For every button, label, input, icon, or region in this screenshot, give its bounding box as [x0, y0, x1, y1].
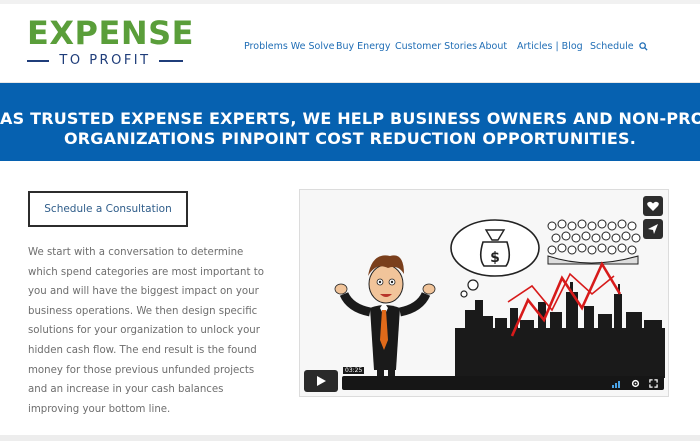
- paragraph-line: business operations. We then design spec…: [28, 305, 258, 317]
- share-button[interactable]: [643, 219, 663, 239]
- paragraph-line: money for those previous unfunded projec…: [28, 364, 255, 376]
- hero-banner: AS TRUSTED EXPENSE EXPERTS, WE HELP BUSI…: [0, 83, 700, 161]
- businessman-character: [334, 255, 436, 376]
- bottom-strip: [0, 435, 700, 441]
- thought-dot: [467, 279, 479, 291]
- share-icon: [648, 224, 658, 234]
- settings-icon[interactable]: [631, 379, 640, 388]
- video-controls: 03:25: [304, 367, 666, 392]
- banner-headline-line-2: ORGANIZATIONS PINPOINT COST REDUCTION OP…: [63, 129, 637, 148]
- search-icon[interactable]: [639, 42, 648, 51]
- svg-text:$: $: [490, 250, 500, 266]
- play-icon: [317, 376, 326, 386]
- logo-rule-left: [27, 60, 49, 62]
- intro-paragraph: We start with a conversation to determin…: [28, 243, 268, 419]
- volume-icon[interactable]: [612, 380, 622, 388]
- paragraph-line: We start with a conversation to determin…: [28, 247, 244, 258]
- paragraph-line: solutions for your organization to unloc…: [28, 325, 260, 337]
- play-button[interactable]: [304, 370, 338, 392]
- logo-rule-right: [159, 60, 183, 62]
- nav-item-schedule[interactable]: Schedule: [590, 41, 634, 52]
- schedule-consultation-button[interactable]: Schedule a Consultation: [28, 191, 188, 227]
- video-thumbnail-illustration: $: [334, 219, 665, 378]
- nav-item-about[interactable]: About: [479, 41, 507, 52]
- fullscreen-icon[interactable]: [649, 379, 658, 388]
- heart-icon: [647, 201, 659, 211]
- paragraph-line: which spend categories are most importan…: [28, 266, 264, 278]
- crowd-illustration: [547, 219, 641, 265]
- banner-headline-line-1: AS TRUSTED EXPENSE EXPERTS, WE HELP BUSI…: [0, 109, 700, 128]
- paragraph-line: you and will have the biggest impact on …: [28, 286, 259, 298]
- nav-item-buy-energy[interactable]: Buy Energy: [336, 41, 390, 52]
- city-skyline: [455, 282, 665, 378]
- video-progress-bar[interactable]: [342, 376, 664, 390]
- nav-item-articles-blog[interactable]: Articles | Blog: [517, 41, 583, 52]
- paragraph-line: and an increase in your cash balances: [28, 384, 224, 396]
- video-duration: 03:25: [343, 367, 365, 374]
- video-player[interactable]: $ 03:25: [299, 189, 669, 397]
- site-header: EXPENSE TO PROFIT Problems We Solve Buy …: [0, 4, 700, 83]
- nav-item-customer-stories[interactable]: Customer Stories: [395, 41, 477, 52]
- paragraph-line: hidden cash flow. The end result is the …: [28, 344, 257, 356]
- main-nav: Problems We Solve Buy Energy Customer St…: [0, 41, 700, 57]
- thought-dot: [460, 290, 468, 298]
- like-button[interactable]: [643, 196, 663, 216]
- nav-item-problems-we-solve[interactable]: Problems We Solve: [244, 41, 334, 52]
- paragraph-line: improving your bottom line.: [28, 403, 171, 415]
